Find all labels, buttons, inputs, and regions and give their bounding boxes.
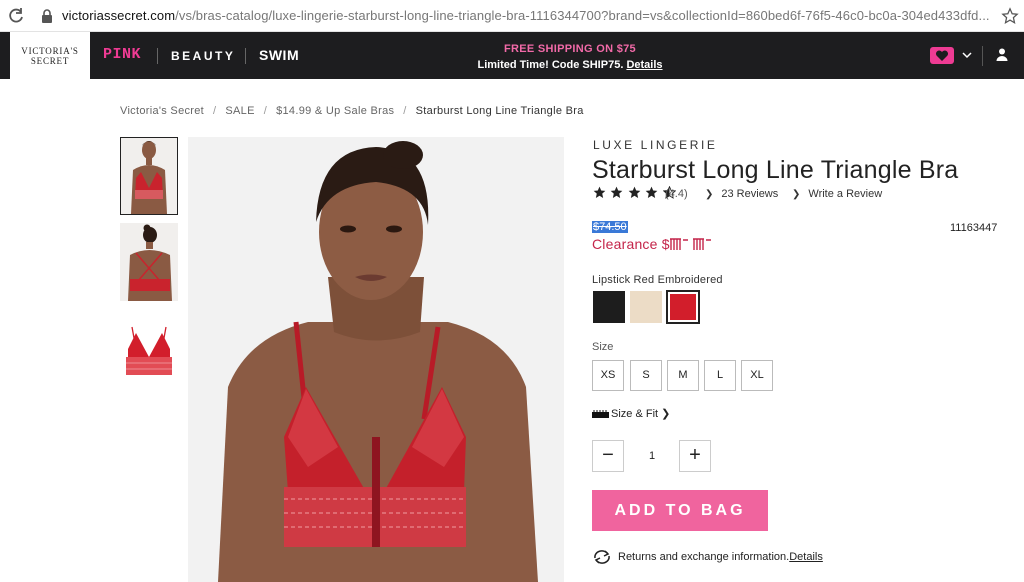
chevron-right-icon: ❯ — [792, 189, 801, 200]
size-l-button[interactable]: L — [704, 360, 736, 391]
exchange-arrows-icon — [594, 550, 610, 564]
heart-icon — [935, 50, 949, 61]
breadcrumb: Victoria's Secret / SALE / $14.99 & Up Sale … — [120, 105, 584, 117]
chevron-down-icon[interactable] — [961, 48, 973, 62]
chevron-right-icon: ❯ — [661, 408, 671, 420]
nav-divider — [245, 48, 246, 64]
breadcrumb-separator: / — [403, 105, 407, 117]
size-fit-link[interactable]: Size & Fit ❯ — [592, 407, 670, 420]
nav-beauty[interactable]: BEAUTY — [171, 49, 235, 63]
color-swatch-red-selected[interactable] — [666, 290, 700, 324]
url-path: /vs/bras-catalog/luxe-lingerie-starburst… — [175, 8, 990, 23]
price-redacted-marks — [669, 238, 711, 250]
bookmark-star-icon[interactable] — [1001, 7, 1019, 25]
nav-swim[interactable]: SWIM — [259, 47, 299, 63]
ruler-icon — [592, 410, 609, 419]
url-field[interactable]: victoriassecret.com/vs/bras-catalog/luxe… — [62, 8, 992, 23]
quantity-value[interactable]: 1 — [640, 450, 664, 462]
star-full-icon — [611, 186, 623, 199]
nav-divider — [982, 46, 983, 66]
clearance-price: Clearance $ — [592, 236, 712, 252]
promo-details-link[interactable]: Details — [626, 59, 662, 71]
size-fit-label: Size & Fit — [611, 408, 659, 420]
star-full-icon — [646, 186, 658, 199]
browser-address-bar: victoriassecret.com/vs/bras-catalog/luxe… — [0, 0, 1024, 32]
star-full-icon — [628, 186, 641, 199]
logo-line-1: VICTORIA'S — [21, 46, 79, 56]
size-m-button[interactable]: M — [667, 360, 699, 391]
chevron-right-icon: ❯ — [705, 189, 714, 200]
quantity-increase-button[interactable]: + — [679, 440, 711, 472]
victorias-secret-logo[interactable]: VICTORIA'S SECRET — [10, 32, 90, 79]
quantity-decrease-button[interactable]: − — [592, 440, 624, 472]
breadcrumb-separator: / — [263, 105, 268, 117]
product-brand: LUXE LINGERIE — [593, 138, 718, 152]
color-swatch-black[interactable] — [593, 291, 625, 323]
size-label: Size — [592, 341, 614, 353]
product-sku: 11163447 — [950, 222, 998, 234]
product-thumbnail-flat[interactable] — [120, 309, 178, 387]
size-xs-button[interactable]: XS — [592, 360, 624, 391]
url-host: victoriassecret.com — [62, 8, 176, 23]
breadcrumb-item[interactable]: SALE — [225, 105, 254, 117]
product-thumbnail-front[interactable] — [120, 137, 178, 215]
breadcrumb-separator: / — [213, 105, 217, 117]
breadcrumb-current: Starburst Long Line Triangle Bra — [415, 105, 584, 117]
logo-line-2: SECRET — [30, 56, 70, 66]
account-icon[interactable] — [995, 47, 1009, 63]
breadcrumb-item[interactable]: Victoria's Secret — [120, 105, 204, 117]
promo-code-text: Limited Time! Code SHIP75. — [477, 59, 624, 71]
nav-pink[interactable]: PINK — [103, 46, 141, 63]
returns-info: Returns and exchange information.Details — [592, 549, 823, 565]
color-swatch-nude[interactable] — [630, 291, 662, 323]
size-s-button[interactable]: S — [630, 360, 662, 391]
returns-details-link[interactable]: Details — [789, 551, 823, 563]
returns-text: Returns and exchange information. — [618, 550, 790, 563]
size-xl-button[interactable]: XL — [741, 360, 773, 391]
lock-icon — [42, 9, 52, 23]
promo-subline: Limited Time! Code SHIP75. Details — [420, 57, 720, 73]
write-review-label: Write a Review — [808, 188, 883, 200]
clearance-label: Clearance $ — [592, 236, 670, 252]
site-nav: VICTORIA'S SECRET PINK BEAUTY SWIM FREE … — [0, 32, 1024, 79]
promo-banner: FREE SHIPPING ON $75 Limited Time! Code … — [420, 41, 720, 73]
breadcrumb-item[interactable]: $14.99 & Up Sale Bras — [276, 105, 394, 117]
product-main-image[interactable] — [188, 137, 564, 582]
wishlist-button[interactable] — [930, 47, 954, 64]
add-to-bag-button[interactable]: ADD TO BAG — [592, 490, 768, 531]
product-title: Starburst Long Line Triangle Bra — [592, 156, 959, 184]
color-label: Lipstick Red Embroidered — [592, 274, 723, 286]
original-price: $74.50 — [592, 221, 628, 233]
nav-divider — [157, 48, 158, 64]
reload-icon[interactable] — [6, 6, 26, 26]
product-thumbnail-back[interactable] — [120, 223, 178, 301]
promo-headline: FREE SHIPPING ON $75 — [504, 43, 636, 55]
star-full-icon — [593, 186, 606, 199]
rating-stars — [593, 186, 676, 200]
write-review-link[interactable]: ❯ Write a Review — [792, 188, 882, 200]
reviews-link-label: 23 Reviews — [721, 188, 779, 200]
reviews-link[interactable]: ❯ 23 Reviews — [705, 188, 778, 200]
rating-value: (4.4) — [665, 188, 688, 200]
